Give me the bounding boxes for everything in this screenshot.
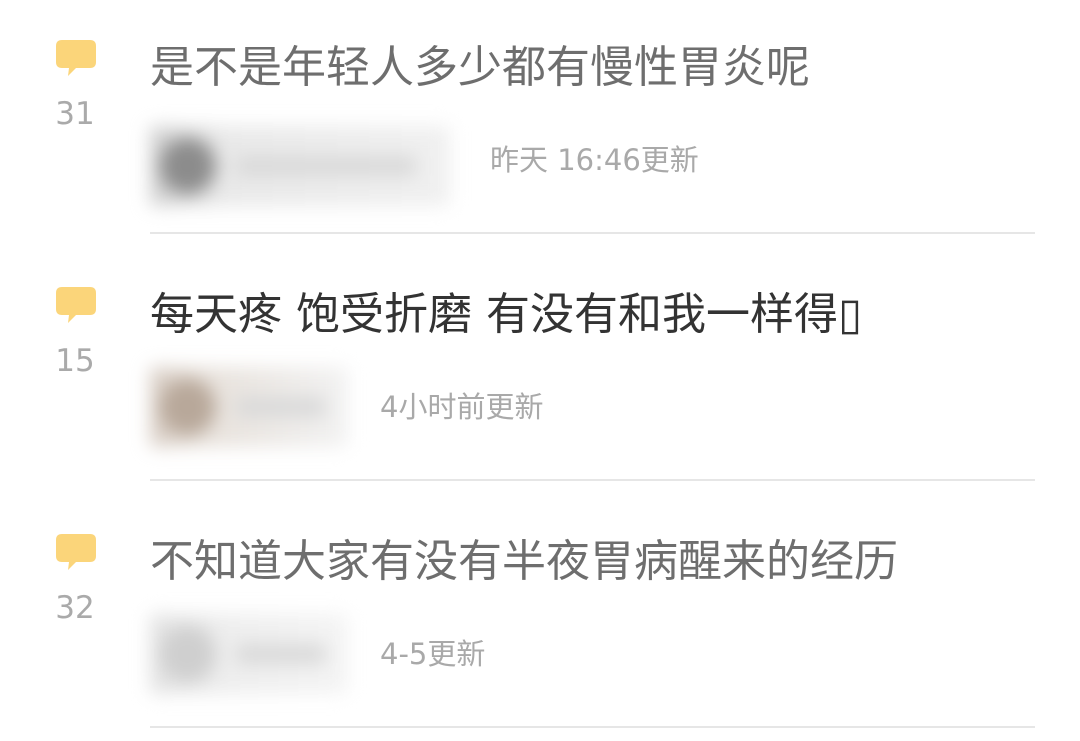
author-info-blurred[interactable] xyxy=(150,367,348,447)
thread-item[interactable]: 15 每天疼 饱受折磨 有没有和我一样得▯ 4小时前更新 xyxy=(0,247,1080,494)
update-time: 4小时前更新 xyxy=(380,390,544,424)
divider xyxy=(150,479,1035,481)
avatar xyxy=(160,379,216,435)
avatar xyxy=(160,138,216,194)
avatar xyxy=(160,626,216,682)
comment-bubble-icon xyxy=(56,534,96,572)
author-info-blurred[interactable] xyxy=(150,614,348,694)
comment-bubble-icon xyxy=(56,40,96,78)
reply-count: 31 xyxy=(55,96,95,132)
update-time: 4-5更新 xyxy=(380,637,486,671)
thread-item[interactable]: 31 是不是年轻人多少都有慢性胃炎呢 昨天 16:46更新 xyxy=(0,0,1080,247)
reply-count: 15 xyxy=(55,343,95,379)
author-name-redacted xyxy=(236,644,326,664)
update-time: 昨天 16:46更新 xyxy=(490,143,699,177)
thread-title[interactable]: 不知道大家有没有半夜胃病醒来的经历 xyxy=(150,532,1040,592)
comment-bubble-icon xyxy=(56,287,96,325)
author-name-redacted xyxy=(236,156,416,176)
thread-item[interactable]: 32 不知道大家有没有半夜胃病醒来的经历 4-5更新 xyxy=(0,494,1080,741)
author-info-blurred[interactable] xyxy=(150,126,450,206)
thread-title[interactable]: 是不是年轻人多少都有慢性胃炎呢 xyxy=(150,38,1040,98)
author-name-redacted xyxy=(236,397,326,417)
divider xyxy=(150,232,1035,234)
thread-title[interactable]: 每天疼 饱受折磨 有没有和我一样得▯ xyxy=(150,285,1040,345)
reply-count: 32 xyxy=(55,590,95,626)
